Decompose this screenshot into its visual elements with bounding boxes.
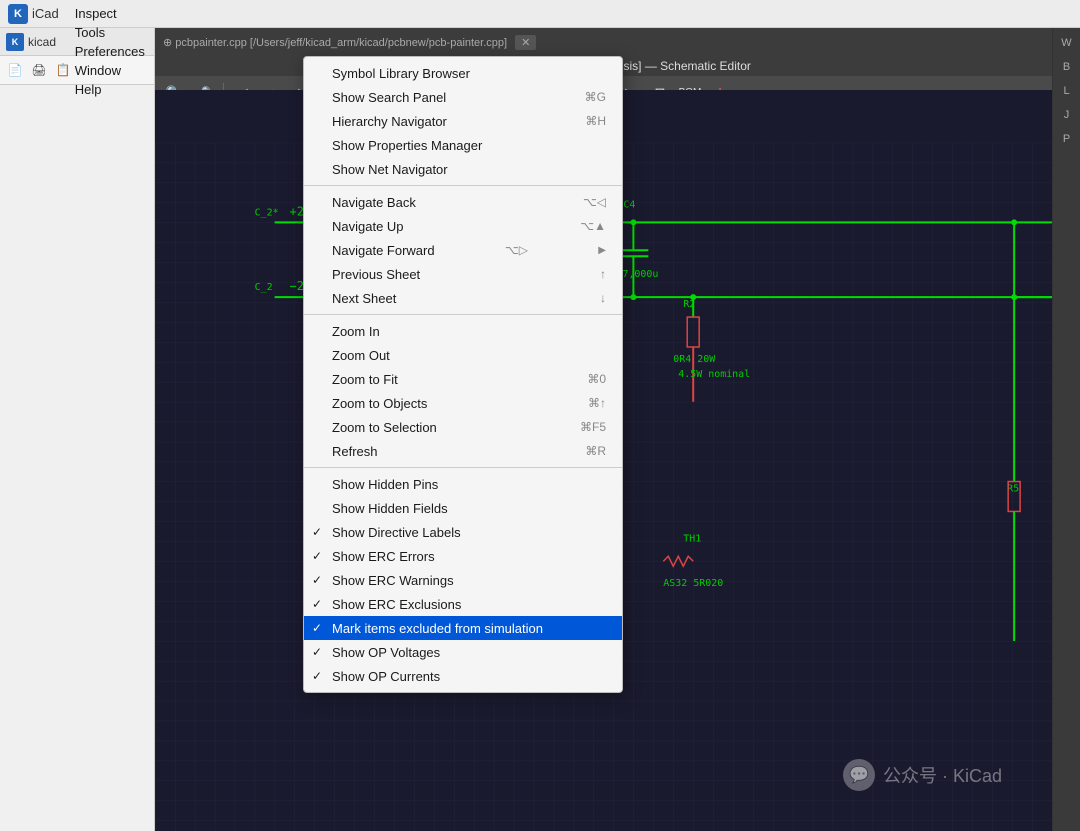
menu-label-show-op-currents: Show OP Currents <box>332 669 440 684</box>
menu-label-zoom-to-objects: Zoom to Objects <box>332 396 427 411</box>
menu-item-show-directive-labels[interactable]: ✓ Show Directive Labels <box>304 520 622 544</box>
menu-label-navigate-forward: Navigate Forward <box>332 243 435 258</box>
menu-label-show-erc-warnings: Show ERC Warnings <box>332 573 454 588</box>
menu-item-zoom-to-fit[interactable]: Zoom to Fit ⌘0 <box>304 367 622 391</box>
menu-separator-1 <box>304 185 622 186</box>
shortcut-navigate-up: ⌥▲ <box>580 219 606 233</box>
menubar-item-tools[interactable]: Tools <box>67 23 153 42</box>
menu-label-zoom-to-selection: Zoom to Selection <box>332 420 437 435</box>
menu-item-show-hidden-pins[interactable]: Show Hidden Pins <box>304 472 622 496</box>
rt-btn-5[interactable]: P <box>1056 128 1078 150</box>
menu-label-show-erc-exclusions: Show ERC Exclusions <box>332 597 461 612</box>
menu-label-previous-sheet: Previous Sheet <box>332 267 420 282</box>
menu-item-show-erc-errors[interactable]: ✓ Show ERC Errors <box>304 544 622 568</box>
canvas-area: ⊕ pcbpainter.cpp [/Users/jeff/kicad_arm/… <box>155 28 1052 831</box>
menu-item-show-net-nav[interactable]: Show Net Navigator <box>304 157 622 181</box>
shortcut-next-sheet: ↓ <box>600 291 606 305</box>
menu-label-navigate-back: Navigate Back <box>332 195 416 210</box>
rt-btn-3[interactable]: L <box>1056 80 1078 102</box>
menu-label-refresh: Refresh <box>332 444 378 459</box>
menu-item-zoom-to-objects[interactable]: Zoom to Objects ⌘↑ <box>304 391 622 415</box>
menu-item-navigate-forward[interactable]: Navigate Forward ⌥▷ ▶ <box>304 238 622 262</box>
sidebar-brand-text: kicad <box>28 35 56 49</box>
app-icon: K <box>8 4 28 24</box>
menu-item-zoom-out[interactable]: Zoom Out <box>304 343 622 367</box>
dropdown-overlay[interactable]: Symbol Library Browser Show Search Panel ⌘… <box>155 28 1052 831</box>
shortcut-zoom-to-selection: ⌘F5 <box>580 420 606 434</box>
menu-label-hierarchy-nav: Hierarchy Navigator <box>332 114 447 129</box>
menu-item-refresh[interactable]: Refresh ⌘R <box>304 439 622 463</box>
app-name: iCad <box>32 6 59 21</box>
new-schematic-btn[interactable]: 📄 <box>4 59 26 81</box>
checkmark-show-op-currents: ✓ <box>312 669 322 683</box>
shortcut-show-search: ⌘G <box>585 90 606 104</box>
menu-label-mark-items-excluded: Mark items excluded from simulation <box>332 621 543 636</box>
shortcut-navigate-forward: ⌥▷ <box>505 243 528 257</box>
menu-item-show-search[interactable]: Show Search Panel ⌘G <box>304 85 622 109</box>
menubar-items: FileEditViewPlaceInspectToolsPreferences… <box>67 0 153 99</box>
shortcut-navigate-back: ⌥◁ <box>583 195 606 209</box>
menu-item-symbol-library[interactable]: Symbol Library Browser <box>304 61 622 85</box>
sidebar-brand-icon: K <box>6 33 24 51</box>
menu-label-navigate-up: Navigate Up <box>332 219 404 234</box>
shortcut-refresh: ⌘R <box>585 444 606 458</box>
menu-item-previous-sheet[interactable]: Previous Sheet ↑ <box>304 262 622 286</box>
menu-label-symbol-library: Symbol Library Browser <box>332 66 470 81</box>
menu-label-zoom-to-fit: Zoom to Fit <box>332 372 398 387</box>
menu-item-show-erc-warnings[interactable]: ✓ Show ERC Warnings <box>304 568 622 592</box>
submenu-arrow-navigate-forward: ▶ <box>598 245 606 256</box>
left-sidebar: K kicad 📄 🖨 📋 <box>0 28 155 831</box>
menubar-item-inspect[interactable]: Inspect <box>67 4 153 23</box>
rt-btn-2[interactable]: B <box>1056 56 1078 78</box>
shortcut-zoom-to-fit: ⌘0 <box>587 372 606 386</box>
menu-item-next-sheet[interactable]: Next Sheet ↓ <box>304 286 622 310</box>
menu-label-show-search: Show Search Panel <box>332 90 446 105</box>
menu-separator-3 <box>304 467 622 468</box>
menu-item-zoom-to-selection[interactable]: Zoom to Selection ⌘F5 <box>304 415 622 439</box>
checkmark-show-erc-errors: ✓ <box>312 549 322 563</box>
checkmark-show-erc-warnings: ✓ <box>312 573 322 587</box>
menubar-item-window[interactable]: Window <box>67 61 153 80</box>
menu-item-zoom-in[interactable]: Zoom In <box>304 319 622 343</box>
menu-item-show-op-voltages[interactable]: ✓ Show OP Voltages <box>304 640 622 664</box>
menu-label-next-sheet: Next Sheet <box>332 291 396 306</box>
shortcut-hierarchy-nav: ⌘H <box>585 114 606 128</box>
right-toolbar: W B L J P <box>1052 28 1080 831</box>
menu-separator-2 <box>304 314 622 315</box>
menu-label-zoom-in: Zoom In <box>332 324 380 339</box>
print-btn[interactable]: 🖨 <box>28 59 50 81</box>
menu-label-show-hidden-pins: Show Hidden Pins <box>332 477 438 492</box>
menu-label-show-directive-labels: Show Directive Labels <box>332 525 461 540</box>
menu-item-show-hidden-fields[interactable]: Show Hidden Fields <box>304 496 622 520</box>
checkmark-show-op-voltages: ✓ <box>312 645 322 659</box>
main-area: K kicad 📄 🖨 📋 ⊕ pcbpainter.cpp [/Users/j… <box>0 28 1080 831</box>
app-brand: K iCad <box>8 4 59 24</box>
menu-item-show-op-currents[interactable]: ✓ Show OP Currents <box>304 664 622 688</box>
checkmark-show-directive-labels: ✓ <box>312 525 322 539</box>
menubar-item-help[interactable]: Help <box>67 80 153 99</box>
menu-label-zoom-out: Zoom Out <box>332 348 390 363</box>
menu-item-hierarchy-nav[interactable]: Hierarchy Navigator ⌘H <box>304 109 622 133</box>
menu-label-show-properties: Show Properties Manager <box>332 138 482 153</box>
checkmark-show-erc-exclusions: ✓ <box>312 597 322 611</box>
menu-label-show-net-nav: Show Net Navigator <box>332 162 448 177</box>
rt-btn-1[interactable]: W <box>1056 32 1078 54</box>
menu-item-navigate-up[interactable]: Navigate Up ⌥▲ <box>304 214 622 238</box>
menubar: K iCad FileEditViewPlaceInspectToolsPref… <box>0 0 1080 28</box>
menu-label-show-hidden-fields: Show Hidden Fields <box>332 501 448 516</box>
checkmark-mark-items-excluded: ✓ <box>312 621 322 635</box>
menu-item-mark-items-excluded[interactable]: ✓ Mark items excluded from simulation <box>304 616 622 640</box>
shortcut-previous-sheet: ↑ <box>600 267 606 281</box>
shortcut-zoom-to-objects: ⌘↑ <box>588 396 606 410</box>
menu-item-show-erc-exclusions[interactable]: ✓ Show ERC Exclusions <box>304 592 622 616</box>
menubar-item-preferences[interactable]: Preferences <box>67 42 153 61</box>
menu-label-show-op-voltages: Show OP Voltages <box>332 645 440 660</box>
menu-label-show-erc-errors: Show ERC Errors <box>332 549 435 564</box>
view-menu: Symbol Library Browser Show Search Panel ⌘… <box>303 56 623 693</box>
rt-btn-4[interactable]: J <box>1056 104 1078 126</box>
menu-item-show-properties[interactable]: Show Properties Manager <box>304 133 622 157</box>
menu-item-navigate-back[interactable]: Navigate Back ⌥◁ <box>304 190 622 214</box>
